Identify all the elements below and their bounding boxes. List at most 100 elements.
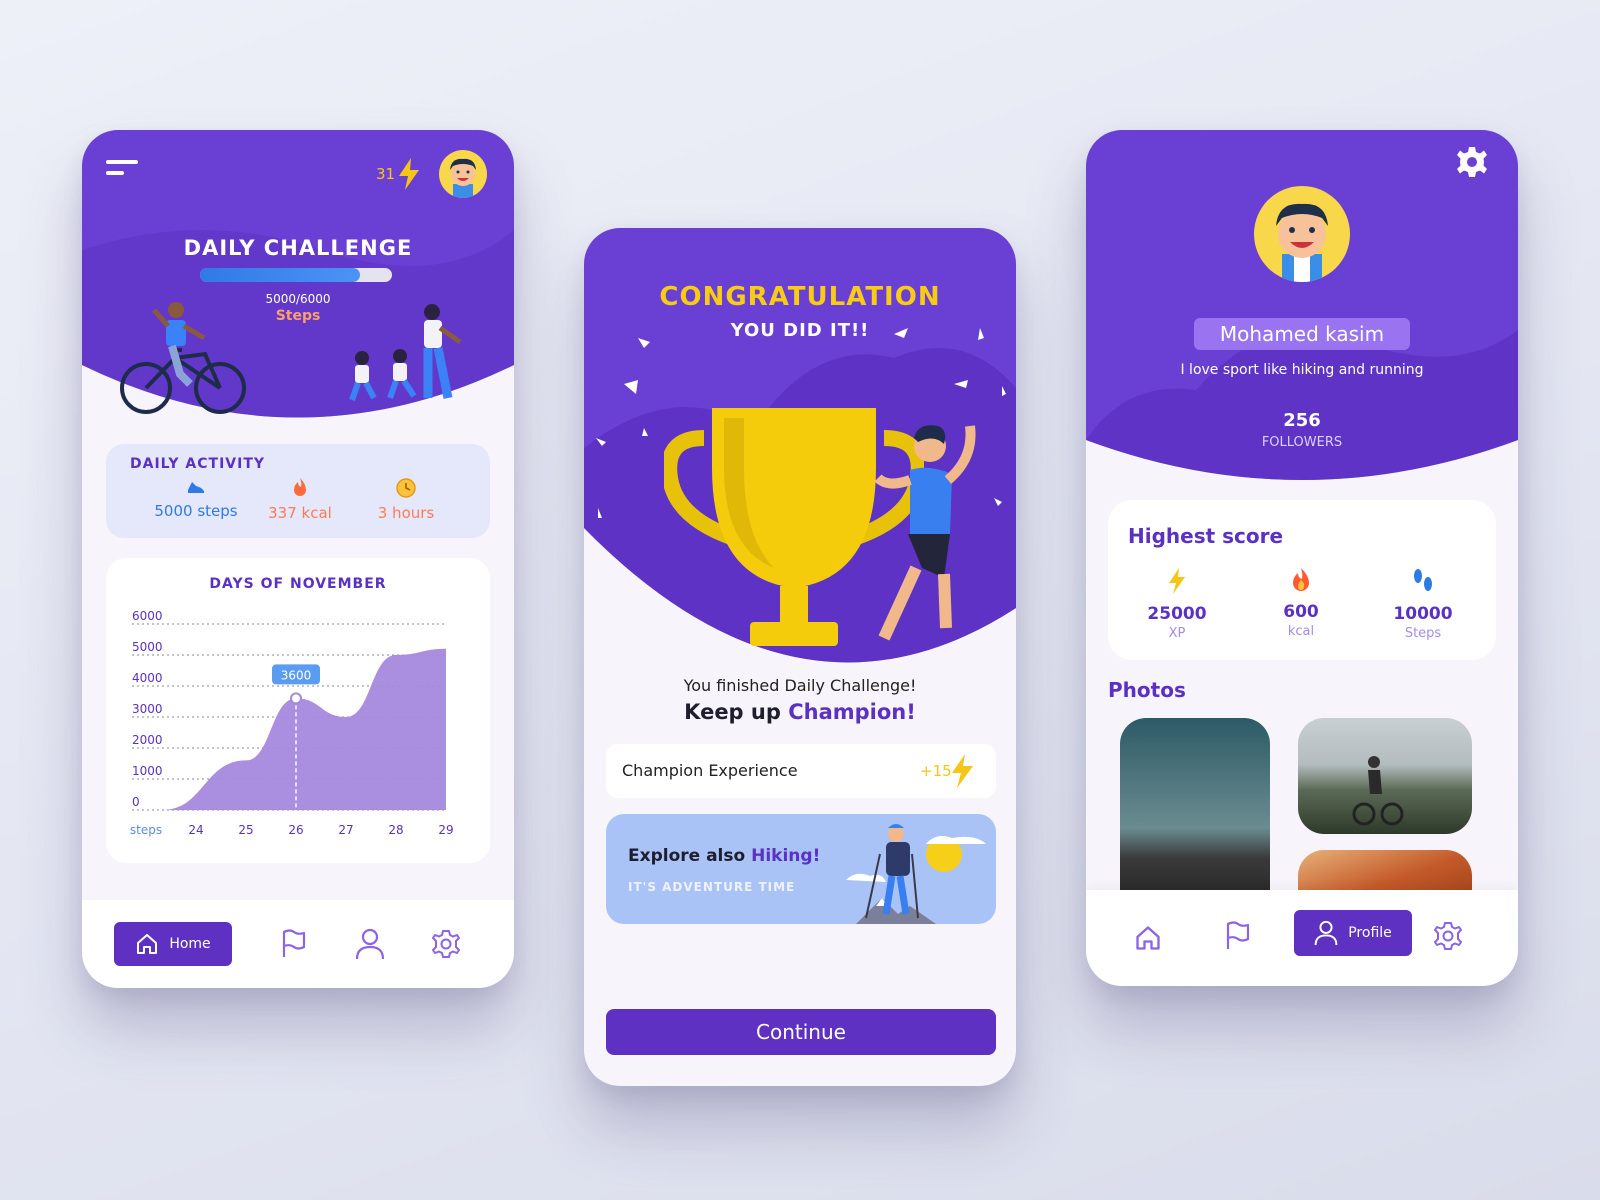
hiker-illustration — [846, 824, 986, 924]
hiking-promo-card[interactable]: Explore also Hiking! IT'S ADVENTURE TIME — [606, 814, 996, 924]
activity-time-value: 3 hours — [377, 504, 435, 522]
y-tick-label: 1000 — [132, 764, 163, 778]
nav-challenges-button[interactable] — [1220, 918, 1256, 954]
steps-progress-bar — [200, 268, 392, 282]
menu-icon[interactable] — [106, 160, 140, 182]
followers-count[interactable]: 256 — [1086, 410, 1518, 431]
nav-settings-button[interactable] — [1430, 918, 1466, 954]
activity-steps-value: 5000 steps — [154, 502, 238, 520]
score-kcal-value: 600 — [1283, 602, 1319, 622]
footprints-icon — [1414, 569, 1432, 591]
area-chart: 0 1000 2000 3000 4000 5000 6000 3600 steps 24 25 26… — [130, 609, 454, 837]
x-tick-label: 25 — [238, 823, 253, 837]
promo-title: Explore also Hiking! — [628, 846, 820, 866]
profile-screen: Mohamed kasim I love sport like hiking a… — [1086, 130, 1518, 986]
shoe-icon — [188, 482, 204, 493]
score-xp-value: 25000 — [1147, 604, 1207, 624]
promo-subtitle: IT'S ADVENTURE TIME — [628, 880, 796, 894]
avatar[interactable] — [439, 150, 487, 198]
profile-bio: I love sport like hiking and running — [1180, 362, 1424, 378]
family-illustration — [349, 304, 462, 401]
promo-title-highlight: Hiking! — [751, 846, 821, 866]
chart-title: DAYS OF NOVEMBER — [209, 576, 387, 592]
steps-progress-fill — [200, 268, 360, 282]
finished-text: You finished Daily Challenge! — [683, 676, 917, 695]
header-title: DAILY CHALLENGE — [183, 236, 413, 260]
y-tick-label: 0 — [132, 795, 140, 809]
nav-home-label: Home — [169, 936, 211, 952]
chart-card: DAYS OF NOVEMBER 0 1000 2000 3000 4000 5000 60… — [106, 558, 490, 863]
continue-button[interactable]: Continue — [606, 1009, 996, 1055]
avatar-face-icon — [450, 158, 476, 198]
activity-kcal: 337 kcal — [240, 478, 360, 522]
nav-profile-label: Profile — [1348, 925, 1392, 941]
daily-activity-card: DAILY ACTIVITY 5000 steps 337 kcal 3 hou… — [106, 444, 490, 538]
xp-value: +15 — [920, 762, 952, 780]
nav-settings-button[interactable] — [428, 926, 464, 962]
lightning-icon — [1169, 568, 1185, 594]
streak-value: 31 — [376, 165, 396, 183]
x-tick-label: 24 — [188, 823, 203, 837]
score-xp-label: XP — [1168, 626, 1186, 641]
activity-time: 3 hours — [346, 478, 466, 522]
xp-label: Champion Experience — [622, 761, 798, 780]
user-icon — [355, 928, 385, 960]
x-tick-label: 27 — [338, 823, 353, 837]
photos-title: Photos — [1108, 678, 1186, 702]
y-tick-label: 4000 — [132, 671, 163, 685]
daily-activity-title: DAILY ACTIVITY — [130, 456, 266, 472]
settings-gear-icon[interactable] — [1456, 146, 1488, 178]
gear-icon — [1434, 922, 1462, 950]
y-tick-label: 3000 — [132, 702, 163, 716]
photo-hill-landscape[interactable] — [1120, 718, 1270, 918]
score-steps-label: Steps — [1404, 626, 1442, 641]
nav-home-button[interactable] — [1130, 920, 1166, 956]
followers-label: FOLLOWERS — [1261, 435, 1343, 450]
congratulation-screen: CONGRATULATION YOU DID IT!! You finished… — [584, 228, 1016, 1086]
avatar-face-icon — [1276, 203, 1328, 282]
bottom-nav: Home — [82, 900, 514, 988]
profile-avatar[interactable] — [1254, 186, 1350, 282]
nav-home-button[interactable]: Home — [114, 922, 232, 966]
congratulation-title: CONGRATULATION — [659, 282, 941, 312]
score-kcal-label: kcal — [1287, 624, 1315, 639]
y-tick-label: 2000 — [132, 733, 163, 747]
lightning-icon — [399, 158, 420, 190]
biker-silhouette-icon — [1352, 756, 1404, 826]
bottom-nav: Profile — [1086, 890, 1518, 986]
score-xp: 25000 XP — [1122, 568, 1232, 641]
annotation-label: 3600 — [281, 668, 312, 682]
y-tick-label: 5000 — [132, 640, 163, 654]
activity-steps: 5000 steps — [136, 478, 256, 520]
x-tick-label: 28 — [388, 823, 403, 837]
xp-reward-card: Champion Experience +15 — [606, 744, 996, 798]
score-steps-value: 10000 — [1393, 604, 1453, 624]
y-tick-label: 6000 — [132, 609, 163, 623]
x-tick-label: 26 — [288, 823, 303, 837]
x-axis-label: steps — [130, 823, 162, 837]
gear-icon — [432, 930, 460, 958]
nav-challenges-button[interactable] — [276, 926, 312, 962]
flame-icon — [294, 478, 306, 496]
nav-profile-button[interactable]: Profile — [1294, 910, 1412, 956]
congratulation-subtitle: YOU DID IT!! — [730, 320, 870, 341]
promo-title-start: Explore also — [628, 846, 746, 866]
photo-mountain-biker[interactable] — [1298, 718, 1472, 834]
keep-up-text: Keep up Champion! — [584, 700, 1016, 724]
highest-score-card: Highest score 25000 XP 600 kcal 10000 St… — [1108, 500, 1496, 660]
keep-up-label: Keep up — [684, 700, 781, 724]
streak-counter: 31 — [376, 158, 421, 190]
x-tick-label: 29 — [438, 823, 453, 837]
highest-score-title: Highest score — [1128, 524, 1284, 548]
flag-icon — [282, 929, 306, 957]
champion-label: Champion! — [788, 700, 916, 724]
flag-icon — [1226, 921, 1250, 949]
home-icon — [1136, 926, 1160, 950]
nav-profile-button[interactable] — [352, 926, 388, 962]
activity-kcal-value: 337 kcal — [268, 504, 332, 522]
profile-name: Mohamed kasim — [1194, 318, 1410, 350]
user-icon — [1314, 920, 1338, 946]
cyclist-illustration — [120, 302, 246, 414]
home-icon — [137, 934, 158, 954]
flame-icon — [1293, 568, 1309, 591]
